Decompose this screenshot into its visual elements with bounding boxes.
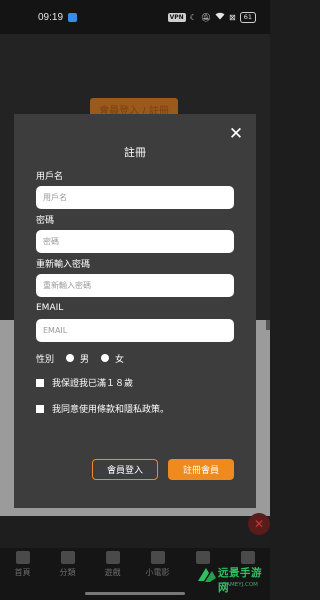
background-handle [266, 320, 270, 330]
vpn-icon: VPN [167, 12, 186, 22]
login-button[interactable]: 會員登入 [92, 459, 158, 480]
watermark: 远景手游网 GAMEYJ.COM [196, 561, 270, 597]
email-input[interactable] [36, 319, 234, 342]
tab-label: 遊戲 [104, 568, 121, 577]
app-notification-icon [68, 12, 78, 22]
signal-x-icon: ⊠ [229, 12, 236, 22]
watermark-logo-icon [198, 568, 216, 582]
terms-checkbox[interactable] [36, 404, 44, 413]
tab-category[interactable]: 分類 [45, 548, 90, 584]
close-icon[interactable]: ✕ [228, 126, 244, 143]
confirm-password-label: 重新輸入密碼 [36, 260, 91, 270]
gender-male-label: 男 [80, 354, 90, 365]
age-confirm-checkbox[interactable] [36, 378, 44, 387]
background-bottom [0, 516, 270, 548]
gender-male-radio[interactable] [66, 354, 75, 362]
watermark-title: 远景手游网 [218, 567, 262, 594]
moon-icon: ☾ [189, 12, 197, 22]
register-button[interactable]: 註冊會員 [168, 459, 234, 480]
age-confirm-row: 我保證我已滿１８歲 [36, 376, 133, 389]
status-icons: VPN ☾ 🔕︎ ⊠ 61 [167, 11, 256, 23]
gender-female-radio[interactable] [101, 354, 110, 362]
terms-label: 我同意使用條款和隱私政策。 [52, 405, 170, 415]
video-icon [150, 551, 165, 564]
email-label: EMAIL [36, 303, 64, 313]
tab-label: 小電影 [145, 568, 170, 577]
confirm-password-input[interactable] [36, 274, 234, 297]
gender-label: 性別 [36, 354, 55, 365]
battery-icon: 61 [239, 11, 256, 23]
tab-videos[interactable]: 小電影 [135, 548, 180, 584]
register-modal: ✕ 註冊 用戶名 密碼 重新輸入密碼 EMAIL 性別 男 女 我保證我已滿１８… [14, 114, 256, 508]
gender-female-label: 女 [115, 354, 125, 365]
status-bar: 09:19 VPN ☾ 🔕︎ ⊠ 61 [0, 0, 270, 34]
modal-title: 註冊 [124, 146, 146, 159]
password-label: 密碼 [36, 216, 55, 226]
status-time: 09:19 [38, 11, 64, 23]
password-input[interactable] [36, 230, 234, 253]
home-indicator[interactable] [85, 592, 185, 595]
home-icon [15, 551, 30, 564]
tab-label: 首頁 [14, 568, 31, 577]
layers-icon [60, 551, 75, 564]
username-label: 用戶名 [36, 172, 64, 182]
tab-home[interactable]: 首頁 [0, 548, 45, 584]
tab-games[interactable]: 遊戲 [90, 548, 135, 584]
tab-label: 分類 [59, 568, 76, 577]
username-input[interactable] [36, 186, 234, 209]
gender-row: 性別 男 女 [36, 352, 136, 365]
terms-row: 我同意使用條款和隱私政策。 [36, 402, 169, 415]
watermark-subtitle: GAMEYJ.COM [222, 582, 258, 588]
wifi-icon [215, 12, 225, 22]
age-confirm-label: 我保證我已滿１８歲 [52, 379, 134, 389]
gamepad-icon [105, 551, 120, 564]
mute-icon: 🔕︎ [200, 12, 212, 22]
background-close-icon: ✕ [248, 513, 270, 535]
